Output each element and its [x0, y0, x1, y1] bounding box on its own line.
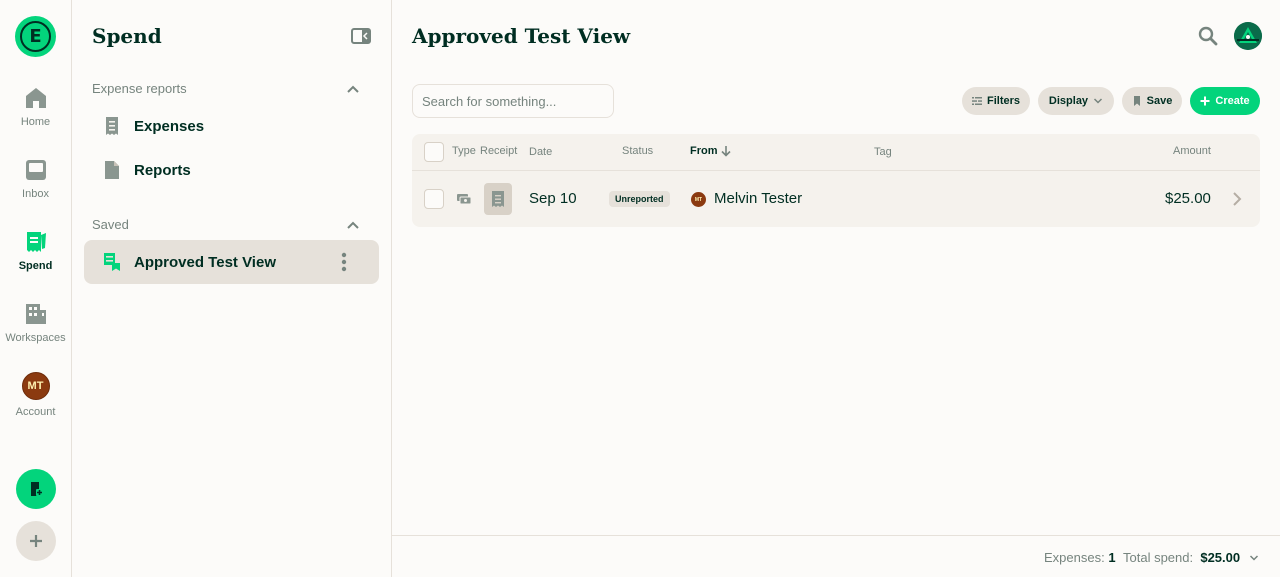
filters-label: Filters [986, 95, 1020, 107]
chevron-right-icon[interactable] [1232, 192, 1242, 206]
account-avatar: MT [21, 372, 50, 400]
column-amount[interactable]: Amount [1173, 145, 1211, 157]
home-icon [25, 88, 46, 108]
sidebar-item-label: Reports [134, 161, 191, 179]
total-spend-value: $25.00 [1200, 550, 1241, 565]
section-expense-reports: Expense reports [92, 81, 187, 96]
select-all-checkbox[interactable] [424, 142, 444, 162]
avatar-illustration-icon [1234, 22, 1262, 50]
building-icon [25, 304, 46, 324]
row-checkbox[interactable] [424, 189, 444, 209]
plus-icon [1200, 96, 1210, 106]
plus-icon [30, 535, 42, 547]
column-date[interactable]: Date [529, 146, 552, 158]
chevron-down-icon [1094, 98, 1103, 104]
from-avatar: MT [691, 192, 706, 207]
create-label: Create [1215, 95, 1250, 107]
section-saved: Saved [92, 217, 129, 232]
nav-workspaces-label: Workspaces [5, 332, 66, 344]
sidebar-item-reports[interactable]: Reports [84, 148, 379, 192]
sidebar-item-expenses[interactable]: Expenses [84, 104, 379, 148]
sidebar-item-label: Approved Test View [134, 253, 276, 271]
status-badge: Unreported [609, 191, 670, 207]
expensify-logo[interactable]: E [15, 16, 56, 57]
table-row[interactable]: Sep 10 Unreported MT Melvin Tester $25.0… [412, 171, 1260, 227]
spend-sidebar: Spend Expense reports Expenses Reports S… [72, 0, 392, 577]
add-button[interactable] [16, 521, 56, 561]
nav-home-label: Home [20, 116, 51, 128]
create-button[interactable]: Create [1190, 87, 1260, 115]
search-input[interactable] [412, 84, 614, 118]
cash-icon [457, 194, 471, 205]
receipt-plus-icon [31, 482, 43, 496]
inbox-icon [25, 160, 46, 180]
document-icon [105, 161, 119, 179]
bookmark-icon [1133, 96, 1140, 106]
nav-spend-label: Spend [18, 260, 53, 272]
nav-inbox[interactable]: Inbox [0, 158, 71, 200]
column-type[interactable]: Type [452, 145, 476, 157]
display-button[interactable]: Display [1038, 87, 1114, 115]
column-from[interactable]: From [690, 145, 718, 157]
main-content: Approved Test View Filters Display Save … [392, 0, 1280, 577]
new-expense-button[interactable] [16, 469, 56, 509]
row-from: Melvin Tester [714, 190, 803, 207]
footer-summary: Expenses: 1 Total spend: $25.00 [392, 535, 1280, 577]
row-amount: $25.00 [1165, 190, 1211, 207]
column-receipt[interactable]: Receipt [480, 145, 517, 157]
chevron-up-icon[interactable] [346, 82, 360, 96]
nav-rail: E Home Inbox Spend Workspaces MT Account [0, 0, 72, 577]
column-tag[interactable]: Tag [874, 146, 892, 158]
total-spend-text: Total spend: $25.00 [1123, 550, 1240, 565]
row-date: Sep 10 [529, 190, 577, 207]
sidebar-item-label: Expenses [134, 117, 205, 135]
expenses-count: 1 [1108, 550, 1116, 565]
filter-icon [971, 97, 982, 105]
sidebar-title: Spend [92, 24, 162, 48]
chevron-up-icon[interactable] [346, 218, 360, 232]
filters-button[interactable]: Filters [962, 87, 1030, 115]
nav-inbox-label: Inbox [22, 188, 49, 200]
logo-letter: E [20, 21, 51, 52]
collapse-sidebar-icon[interactable] [351, 28, 371, 44]
spend-icon [26, 232, 46, 252]
expenses-label: Expenses: [1044, 550, 1105, 565]
sidebar-item-approved-test-view[interactable]: Approved Test View [84, 240, 379, 284]
page-title: Approved Test View [412, 24, 631, 48]
save-button[interactable]: Save [1122, 87, 1182, 115]
user-avatar[interactable] [1234, 22, 1262, 50]
receipt-thumbnail[interactable] [484, 183, 512, 215]
more-vertical-icon[interactable] [341, 252, 347, 272]
receipt-icon [492, 191, 504, 207]
display-label: Display [1048, 95, 1089, 107]
saved-search-icon [104, 253, 120, 271]
arrow-down-icon [721, 146, 731, 157]
column-status[interactable]: Status [622, 145, 653, 157]
nav-spend[interactable]: Spend [0, 230, 71, 272]
total-spend-label: Total spend: [1123, 550, 1194, 565]
receipt-icon [106, 117, 118, 135]
nav-home[interactable]: Home [0, 86, 71, 128]
expenses-count-text: Expenses: 1 [1044, 550, 1116, 565]
table-header: Type Receipt Date Status From Tag Amount [412, 134, 1260, 171]
search-icon[interactable] [1198, 26, 1218, 46]
chevron-down-icon[interactable] [1249, 553, 1259, 563]
nav-account[interactable]: MT Account [0, 372, 71, 418]
save-label: Save [1146, 95, 1173, 107]
nav-workspaces[interactable]: Workspaces [0, 302, 71, 344]
nav-account-label: Account [15, 406, 56, 418]
